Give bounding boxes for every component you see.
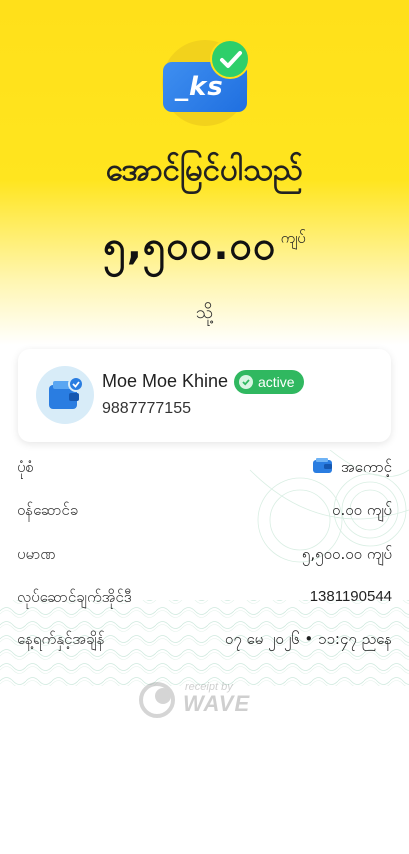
status-badge-label: active — [258, 374, 295, 390]
wallet-icon — [36, 366, 94, 424]
status-title: အောင်မြင်ပါသည် — [105, 152, 304, 188]
detail-row-type: ပုံစံ အကောင့် — [17, 454, 392, 484]
detail-label: ပမာဏ — [17, 545, 56, 563]
detail-label: ပုံစံ — [17, 458, 34, 476]
recipient-phone: 9887777155 — [102, 400, 191, 417]
wave-brand-label: WAVE — [183, 691, 251, 716]
hero-header: _ks အောင်မြင်ပါသည် ၅,၅၀၀.၀၀ ကျပ် သို့ — [0, 0, 409, 340]
verified-icon — [239, 375, 253, 389]
status-badge: active — [234, 370, 304, 394]
detail-label: နေ့ရက်နှင့်အချိန် — [17, 630, 105, 648]
to-label: သို့ — [195, 302, 214, 323]
detail-value: အကောင့် — [340, 458, 392, 476]
detail-row-transaction-id: လုပ်ဆောင်ချက်အိုင်ဒီ 1381190544 — [17, 584, 392, 614]
detail-value: ၀.၀၀ ကျပ် — [332, 501, 392, 519]
amount-value: ၅,၅၀၀.၀၀ — [103, 223, 277, 269]
detail-value: ၀၇ မေ ၂၀၂၆ • ၁၁:၄၇ ညနေ — [224, 630, 392, 648]
success-logo: _ks — [160, 38, 252, 130]
detail-label: ဝန်ဆောင်ခ — [17, 501, 79, 519]
detail-row-amount: ပမာဏ ၅,၅၀၀.၀၀ ကျပ် — [17, 541, 392, 571]
amount-unit: ကျပ် — [280, 229, 306, 247]
detail-value[interactable]: 1381190544 — [310, 588, 392, 605]
wave-watermark-logo: receipt by WAVE — [139, 680, 249, 720]
recipient-card[interactable]: Moe Moe Khine active 9887777155 — [18, 349, 391, 442]
amount-display: ၅,၅၀၀.၀၀ ကျပ် — [0, 220, 409, 279]
detail-row-datetime: နေ့ရက်နှင့်အချိန် ၀၇ မေ ၂၀၂၆ • ၁၁:၄၇ ညနေ — [17, 626, 392, 656]
wallet-small-icon — [312, 458, 333, 474]
detail-label: လုပ်ဆောင်ချက်အိုင်ဒီ — [17, 588, 132, 606]
detail-row-fee: ဝန်ဆောင်ခ ၀.၀၀ ကျပ် — [17, 497, 392, 527]
check-icon — [210, 39, 250, 79]
wave-logo-icon — [139, 682, 175, 718]
recipient-name: Moe Moe Khine — [102, 371, 229, 391]
transaction-details: ပုံစံ အကောင့် ဝန်ဆောင်ခ ၀.၀၀ ကျပ် ပမာဏ ၅… — [0, 450, 409, 686]
detail-value: ၅,၅၀၀.၀၀ ကျပ် — [301, 545, 392, 563]
